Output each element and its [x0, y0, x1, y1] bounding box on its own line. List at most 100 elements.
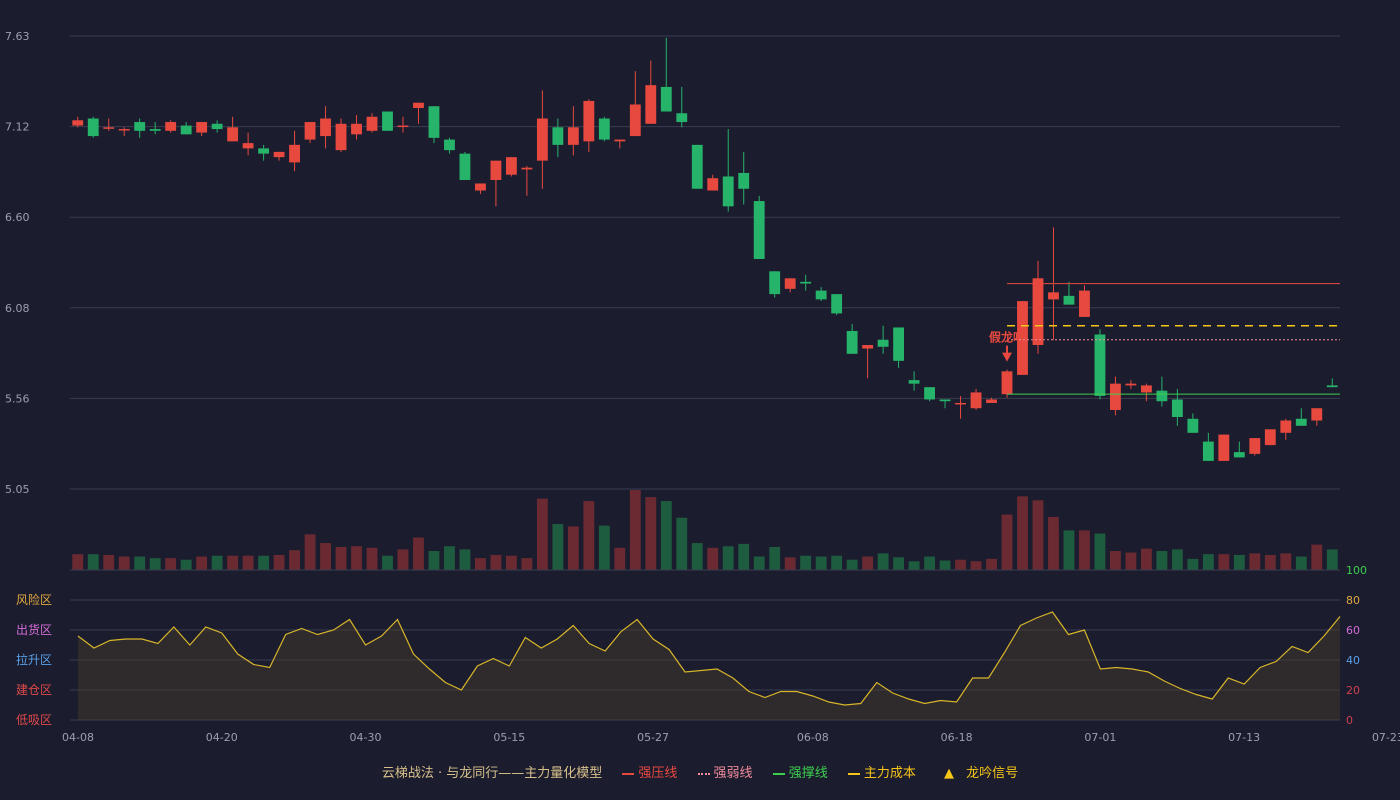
volume-bar [1140, 548, 1152, 570]
legend-item-dragon-signal: ▲ 龙吟信号 [944, 766, 1019, 781]
candle-body [536, 118, 548, 161]
signal-annotation: 假龙吟 [989, 330, 1025, 345]
price-tick-label: 6.08 [5, 302, 30, 315]
volume-bar [955, 559, 966, 570]
price-tick-label: 7.12 [5, 121, 30, 134]
volume-bar [1187, 558, 1199, 570]
volume-bar [382, 555, 393, 570]
volume-bar [289, 550, 300, 570]
candle-body [583, 100, 595, 142]
candle-body [1079, 290, 1090, 317]
volume-bar [490, 554, 502, 570]
volume-bar [320, 543, 331, 570]
price-tick-label: 5.05 [5, 483, 30, 496]
candle-body [72, 120, 84, 126]
candle-body [1094, 334, 1106, 396]
volume-bar [149, 558, 161, 570]
volume-bar [1264, 554, 1276, 570]
candle-body [1140, 385, 1152, 393]
volume-bar [444, 546, 455, 570]
candle-body [1311, 408, 1323, 421]
candle-body [738, 172, 750, 189]
candle-body [382, 111, 393, 131]
volume-bar [211, 555, 223, 570]
candle-body [459, 153, 471, 180]
candle-body [862, 345, 874, 349]
osc-tick-label: 40 [1346, 654, 1360, 667]
volume-bar [1280, 553, 1292, 570]
volume-bar [862, 556, 874, 570]
x-tick-label: 05-27 [637, 731, 669, 744]
candle-body [351, 123, 362, 135]
candle-body [1280, 420, 1292, 433]
volume-bar [738, 543, 750, 570]
candle-body [1001, 371, 1013, 395]
candle-body [598, 118, 610, 140]
candle-body [397, 125, 409, 128]
candle-body [134, 122, 146, 131]
candle-body [769, 271, 781, 295]
candle-body [877, 339, 889, 347]
candle-body [103, 127, 115, 129]
candle-body [196, 122, 208, 133]
legend-item-support: 强撑线 [772, 766, 828, 781]
volume-bar [1032, 500, 1044, 570]
volume-bar [459, 549, 471, 570]
volume-bar [784, 557, 796, 570]
volume-bar [227, 555, 239, 570]
x-tick-label: 07-23 [1372, 731, 1400, 744]
volume-bar [1311, 544, 1323, 570]
legend: 云梯战法 · 与龙同行——主力量化模型 强压线 强弱线 强撑线 主力成本 ▲ 龙… [0, 762, 1400, 781]
x-tick-label: 06-08 [797, 731, 829, 744]
candle-body [567, 127, 579, 145]
candle-body [1295, 418, 1307, 426]
osc-zone-label: 低吸区 [16, 713, 52, 727]
x-tick-label: 04-30 [350, 731, 382, 744]
candle-body [552, 127, 564, 145]
osc-tick-label: 100 [1346, 564, 1367, 577]
signal-arrow-icon [1002, 352, 1013, 362]
osc-area [78, 612, 1340, 720]
volume-bar [939, 560, 951, 570]
candle-body [614, 139, 626, 142]
candle-body [1249, 438, 1261, 454]
legend-title: 云梯战法 · 与龙同行——主力量化模型 [381, 766, 603, 781]
volume-bar [986, 558, 997, 570]
volume-bar [1156, 550, 1168, 570]
x-tick-label: 07-01 [1084, 731, 1116, 744]
volume-bar [196, 556, 208, 570]
volume-bar [1048, 516, 1059, 570]
candle-body [645, 85, 657, 124]
volume-bar [134, 556, 146, 570]
volume-bar [165, 558, 177, 570]
candle-body [939, 399, 951, 402]
volume-bar [118, 556, 130, 570]
volume-bar [893, 557, 905, 570]
volume-bar [242, 555, 254, 570]
volume-bar [397, 549, 409, 570]
osc-zone-label: 建仓区 [16, 683, 52, 697]
candle-body [273, 151, 285, 158]
legend-item-weak-line: 强弱线 [697, 766, 753, 781]
candle-body [1156, 390, 1168, 402]
chart-canvas: 7.63 7.12 6.60 6.08 5.56 5.05 假龙吟 100 80 60 40 20 0 风… [5, 30, 1400, 744]
candle-body [676, 113, 688, 123]
candle-body [660, 86, 672, 112]
candle-body [800, 281, 812, 284]
legend-item-strong-resistance: 强压线 [622, 766, 677, 781]
volume-bar [505, 555, 517, 570]
candle-body [1110, 383, 1121, 410]
candle-body [505, 157, 517, 175]
candle-body [180, 125, 192, 135]
candle-body [908, 380, 920, 384]
candle-body [165, 122, 177, 131]
legend-item-main-cost: 主力成本 [847, 766, 916, 781]
volume-bar [970, 561, 982, 570]
candle-body [428, 106, 440, 138]
volume-bar [1202, 554, 1214, 570]
candle-body [815, 290, 827, 300]
volume-bar [567, 526, 579, 570]
volume-bar [72, 554, 84, 570]
volume-bar [583, 501, 595, 570]
volume-bar [831, 555, 843, 570]
